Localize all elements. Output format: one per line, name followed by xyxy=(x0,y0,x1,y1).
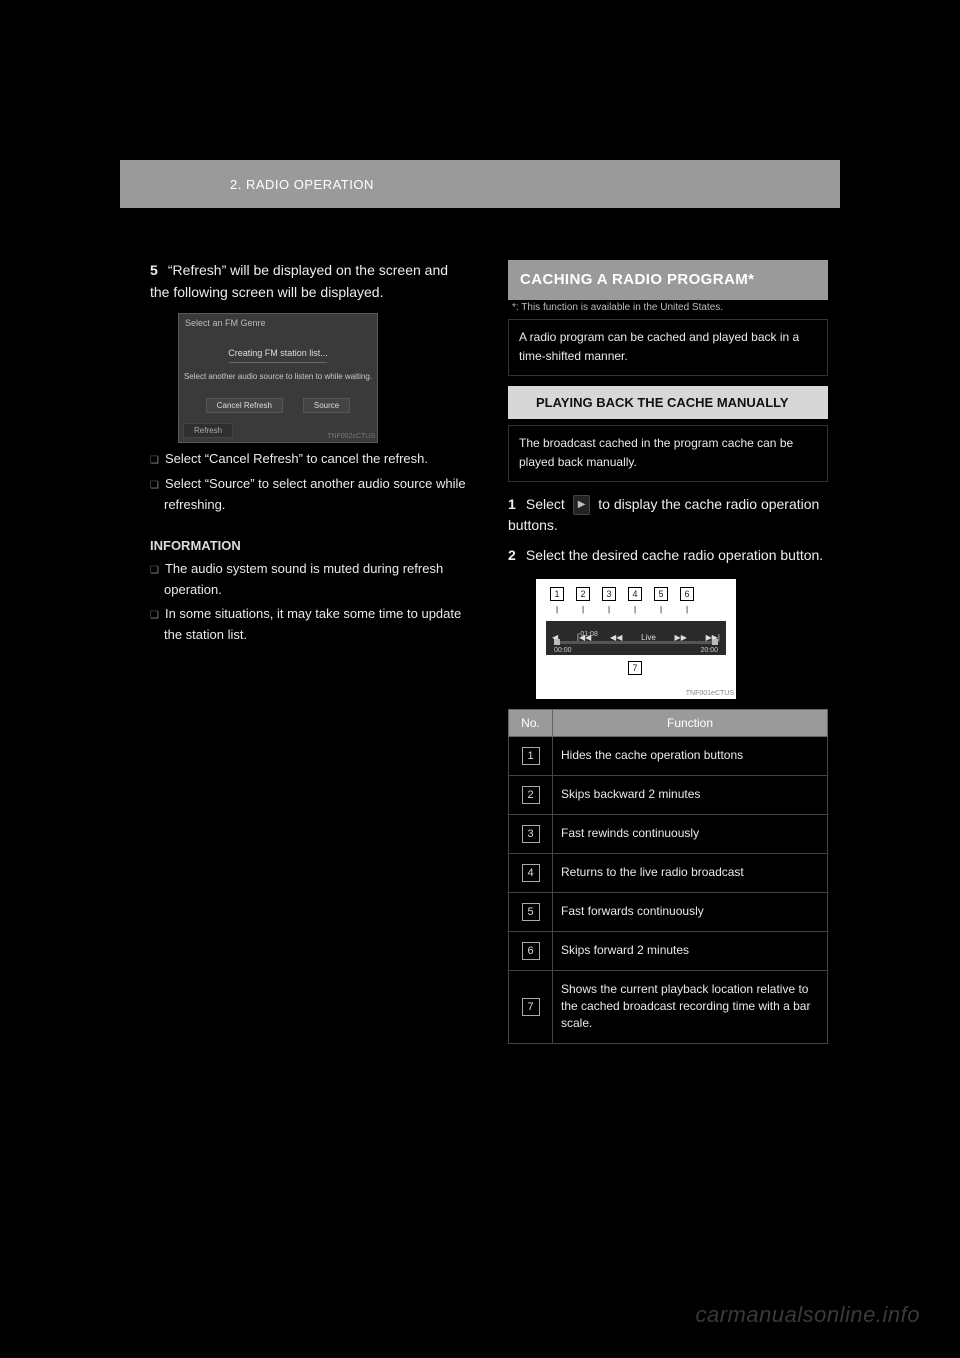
table-header-function: Function xyxy=(553,709,828,736)
source-button[interactable]: Source xyxy=(303,398,350,413)
step-5-number: 5 xyxy=(150,260,164,282)
info-bullet-2: In some situations, it may take some tim… xyxy=(150,604,470,646)
expand-cache-icon[interactable]: ▶ xyxy=(573,495,591,515)
cache-control-strip: ◀ |◀◀ ◀◀ Live ▶▶ ▶▶| xyxy=(546,621,726,655)
information-heading: INFORMATION xyxy=(150,538,470,553)
row-number: 7 xyxy=(522,998,540,1016)
table-row: 2 Skips backward 2 minutes xyxy=(509,775,828,814)
row-number: 5 xyxy=(522,903,540,921)
table-row: 5 Fast forwards continuously xyxy=(509,892,828,931)
progress-start-dot xyxy=(554,639,560,645)
callout-2: 2 xyxy=(576,587,590,601)
screenshot-id-2: TNF001eCTUS xyxy=(686,690,734,697)
step-2-text: Select the desired cache radio operation… xyxy=(526,547,823,563)
callout-7: 7 xyxy=(628,661,642,675)
section-header-bar: 2. RADIO OPERATION xyxy=(120,160,840,208)
callout-6: 6 xyxy=(680,587,694,601)
manual-page: 2. RADIO OPERATION 5 “Refresh” will be d… xyxy=(0,0,960,1358)
row-function: Skips forward 2 minutes xyxy=(553,931,828,970)
row-number: 4 xyxy=(522,864,540,882)
step-5-text: “Refresh” will be displayed on the scree… xyxy=(150,262,448,300)
row-number: 1 xyxy=(522,747,540,765)
row-function: Hides the cache operation buttons xyxy=(553,736,828,775)
step-5: 5 “Refresh” will be displayed on the scr… xyxy=(150,260,470,303)
table-header-no: No. xyxy=(509,709,553,736)
note-source: Select “Source” to select another audio … xyxy=(150,474,470,516)
step-2-number: 2 xyxy=(508,545,522,567)
playback-description: The broadcast cached in the program cach… xyxy=(508,425,828,481)
caching-description: A radio program can be cached and played… xyxy=(508,319,828,375)
screenshot-id: TNF002cCTUS xyxy=(327,433,375,440)
callout-4: 4 xyxy=(628,587,642,601)
table-row: 7 Shows the current playback location re… xyxy=(509,970,828,1043)
row-function: Fast forwards continuously xyxy=(553,892,828,931)
step-1-text-a: Select xyxy=(526,496,569,512)
table-row: 6 Skips forward 2 minutes xyxy=(509,931,828,970)
two-column-layout: 5 “Refresh” will be displayed on the scr… xyxy=(150,260,830,1044)
dialog-title: Select an FM Genre xyxy=(185,318,266,328)
refresh-tab[interactable]: Refresh xyxy=(183,423,233,438)
genre-refresh-screenshot: Select an FM Genre Creating FM station l… xyxy=(178,313,378,443)
row-number: 2 xyxy=(522,786,540,804)
dialog-status-text: Creating FM station list... xyxy=(179,348,377,358)
offset-time: -01:08 xyxy=(578,631,598,638)
cache-controls-screenshot: 1 2 3 4 5 6 |||||| ◀ |◀◀ ◀◀ Live ▶▶ ▶▶| xyxy=(536,579,736,699)
watermark: carmanualsonline.info xyxy=(695,1302,920,1328)
step-1: 1 Select ▶ to display the cache radio op… xyxy=(508,494,828,537)
row-number: 3 xyxy=(522,825,540,843)
row-function: Returns to the live radio broadcast xyxy=(553,853,828,892)
time-end: 20:00 xyxy=(700,647,718,654)
progress-end-dot xyxy=(712,639,718,645)
note-cancel-refresh: Select “Cancel Refresh” to cancel the re… xyxy=(150,449,470,470)
table-row: 1 Hides the cache operation buttons xyxy=(509,736,828,775)
section-header-label: 2. RADIO OPERATION xyxy=(230,177,374,192)
step-2: 2 Select the desired cache radio operati… xyxy=(508,545,828,567)
time-start: 00:00 xyxy=(554,647,572,654)
table-row: 4 Returns to the live radio broadcast xyxy=(509,853,828,892)
callout-5: 5 xyxy=(654,587,668,601)
divider xyxy=(229,362,327,363)
row-function: Skips backward 2 minutes xyxy=(553,775,828,814)
callout-1: 1 xyxy=(550,587,564,601)
table-row: 3 Fast rewinds continuously xyxy=(509,814,828,853)
right-column: CACHING A RADIO PROGRAM* *: This functio… xyxy=(508,260,828,1044)
function-table: No. Function 1 Hides the cache operation… xyxy=(508,709,828,1044)
cancel-refresh-button[interactable]: Cancel Refresh xyxy=(206,398,283,413)
step-1-number: 1 xyxy=(508,494,522,516)
info-bullet-1: The audio system sound is muted during r… xyxy=(150,559,470,601)
row-function: Fast rewinds continuously xyxy=(553,814,828,853)
caching-panel-title: CACHING A RADIO PROGRAM* xyxy=(508,260,828,300)
callout-row: 1 2 3 4 5 6 xyxy=(550,587,694,601)
callout-ticks: |||||| xyxy=(550,605,694,614)
callout-3: 3 xyxy=(602,587,616,601)
row-number: 6 xyxy=(522,942,540,960)
playback-subpanel-title: PLAYING BACK THE CACHE MANUALLY xyxy=(508,386,828,420)
dialog-hint-text: Select another audio source to listen to… xyxy=(179,372,377,381)
asterisk-footnote: *: This function is available in the Uni… xyxy=(508,300,828,313)
left-column: 5 “Refresh” will be displayed on the scr… xyxy=(150,260,470,1044)
row-function: Shows the current playback location rela… xyxy=(553,970,828,1043)
dialog-button-row: Cancel Refresh Source xyxy=(179,398,377,413)
progress-bar[interactable] xyxy=(554,641,718,644)
